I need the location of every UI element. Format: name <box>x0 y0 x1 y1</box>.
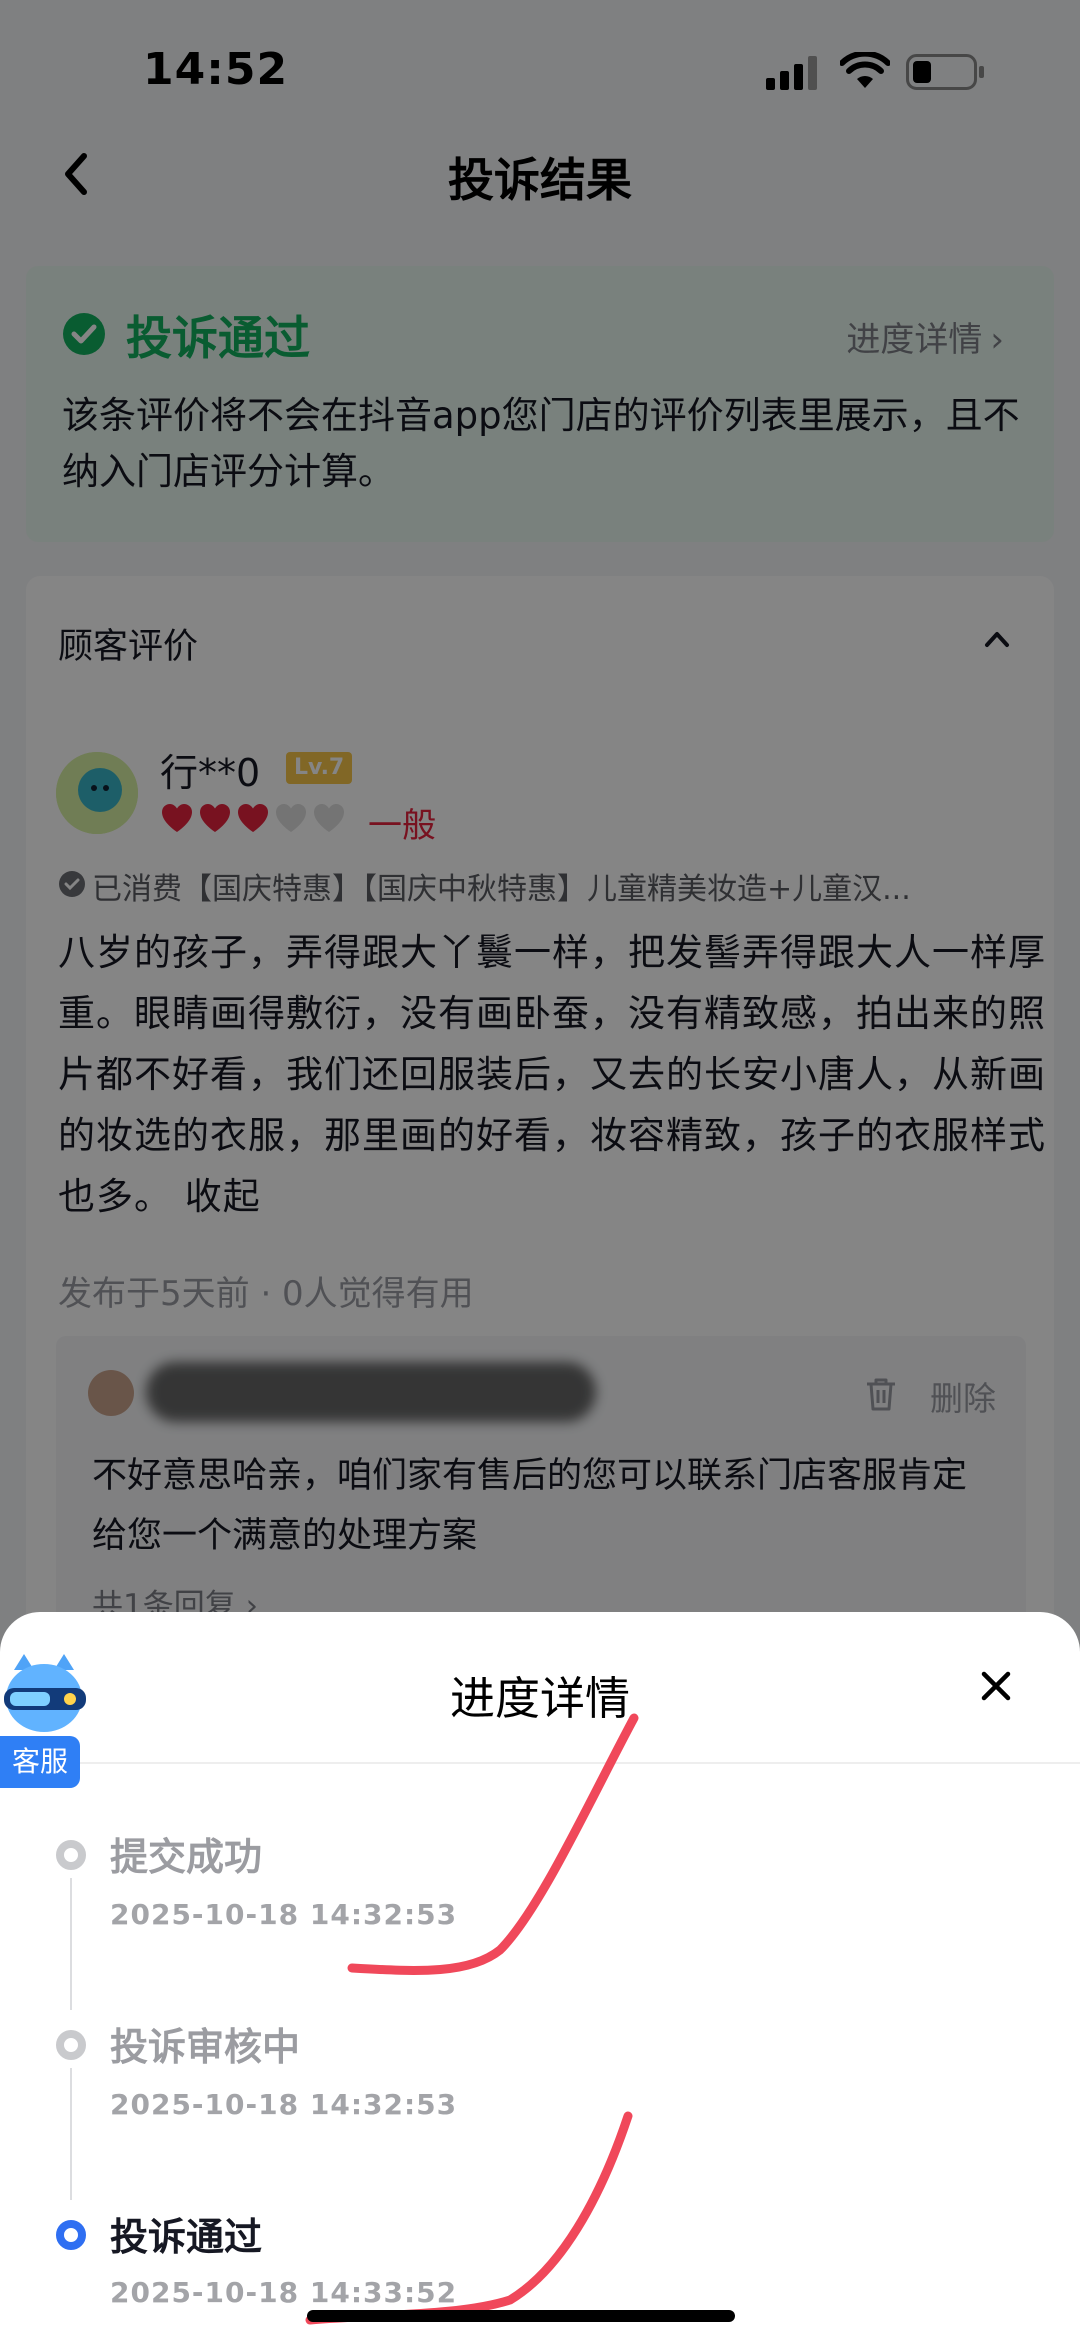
step-dot-current <box>56 2220 86 2250</box>
step-dot <box>56 1840 86 1870</box>
customer-service-button[interactable]: 客服 <box>0 1650 86 1790</box>
close-icon[interactable] <box>978 1668 1014 1704</box>
step-time: 2025-10-18 14:32:53 <box>110 2088 458 2121</box>
step-time: 2025-10-18 14:33:52 <box>110 2276 458 2309</box>
customer-service-label: 客服 <box>0 1736 80 1788</box>
step-connector <box>70 2068 72 2200</box>
sheet-divider <box>0 1762 1080 1764</box>
complaint-result-page: 14:52 投诉结果 投诉通过 进度详情 › 该条评价将不会在抖音app您门店的… <box>0 0 1080 2341</box>
step-label: 投诉审核中 <box>110 2025 301 2069</box>
step-label: 提交成功 <box>110 1835 263 1879</box>
robot-mascot-icon <box>4 1654 86 1732</box>
home-indicator <box>307 2310 735 2322</box>
step-label: 投诉通过 <box>110 2215 263 2259</box>
sheet-title: 进度详情 <box>449 1672 630 1725</box>
step-dot <box>56 2030 86 2060</box>
step-time: 2025-10-18 14:32:53 <box>110 1898 458 1931</box>
step-connector <box>70 1878 72 2010</box>
